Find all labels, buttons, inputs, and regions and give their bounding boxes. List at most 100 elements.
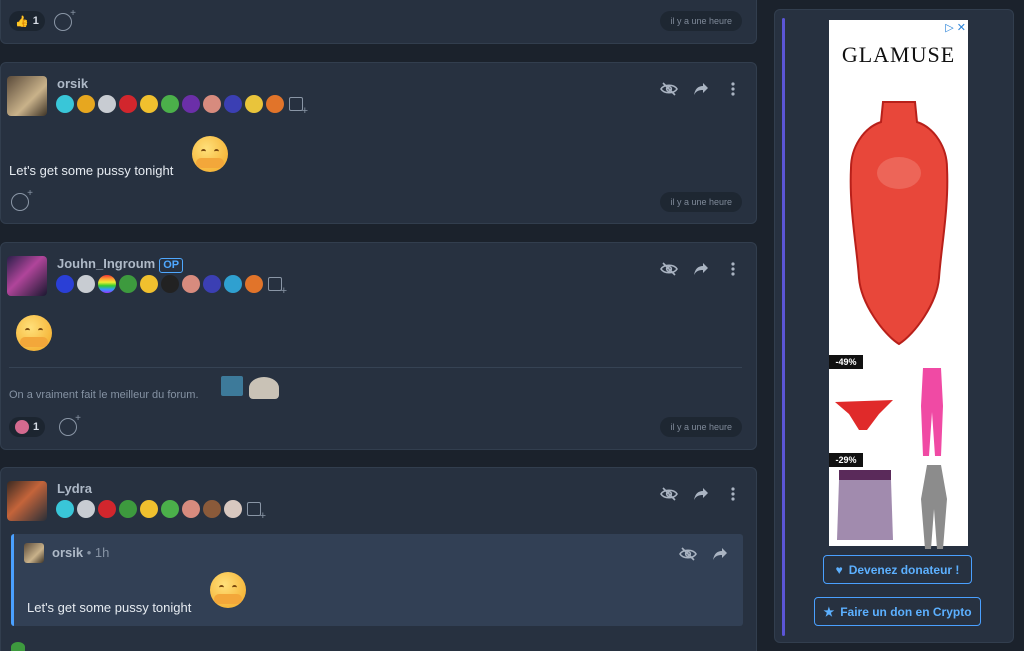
donate-button[interactable]: ♥ Devenez donateur ! bbox=[823, 555, 972, 584]
badge-icon[interactable] bbox=[266, 95, 284, 113]
advertisement[interactable]: ▷ ✕ GLAMUSE -49% -29% bbox=[829, 20, 968, 549]
add-badge-icon[interactable] bbox=[268, 277, 287, 297]
garter-image bbox=[837, 470, 893, 540]
badge-icon[interactable] bbox=[161, 95, 179, 113]
badge-icon[interactable] bbox=[140, 95, 158, 113]
username[interactable]: Lydra bbox=[57, 481, 92, 496]
username[interactable]: Jouhn_Ingroum OP bbox=[57, 256, 184, 273]
badge-icon[interactable] bbox=[98, 275, 116, 293]
badge-icon[interactable] bbox=[203, 500, 221, 518]
discount-badge: -49% bbox=[829, 355, 863, 369]
badge-icon[interactable] bbox=[161, 500, 179, 518]
more-options-icon[interactable] bbox=[724, 485, 742, 503]
badge-icon[interactable] bbox=[140, 275, 158, 293]
post-card: Jouhn_Ingroum OP + On a vraiment fait le… bbox=[0, 242, 757, 450]
badge-icon[interactable] bbox=[224, 95, 242, 113]
hugging-emoji-icon bbox=[192, 136, 228, 172]
badge-row bbox=[56, 275, 287, 297]
badge-icon[interactable] bbox=[56, 95, 74, 113]
badge-icon[interactable] bbox=[224, 500, 242, 518]
post-actions bbox=[660, 80, 742, 98]
avatar[interactable] bbox=[7, 256, 47, 296]
badge-icon[interactable] bbox=[119, 95, 137, 113]
avatar[interactable] bbox=[7, 76, 47, 116]
share-icon[interactable] bbox=[692, 260, 710, 278]
badge-icon[interactable] bbox=[140, 500, 158, 518]
star-icon: ★ bbox=[823, 604, 835, 619]
signature-divider bbox=[9, 367, 742, 368]
badge-icon[interactable] bbox=[203, 275, 221, 293]
discount-badge: -29% bbox=[829, 453, 863, 467]
jumpsuit-image bbox=[921, 368, 943, 456]
hide-icon[interactable] bbox=[660, 485, 678, 503]
post-time: il y a une heure bbox=[660, 192, 742, 212]
badge-icon[interactable] bbox=[56, 500, 74, 518]
badge-icon[interactable] bbox=[98, 95, 116, 113]
add-reaction-icon[interactable] bbox=[11, 188, 33, 211]
thumbs-up-icon: 👍 bbox=[15, 15, 29, 28]
badge-icon[interactable] bbox=[119, 500, 137, 518]
badge-icon[interactable] bbox=[245, 275, 263, 293]
badge-icon[interactable] bbox=[245, 95, 263, 113]
cat-sticker-icon bbox=[249, 377, 279, 399]
catsuit-image bbox=[921, 465, 947, 549]
quote-actions bbox=[679, 545, 729, 563]
heart-icon: ♥ bbox=[835, 562, 843, 577]
badge-row bbox=[56, 95, 308, 117]
bikini-image bbox=[835, 400, 893, 430]
post-text: Let's get some pussy tonight bbox=[9, 163, 174, 178]
reaction-count: 1 bbox=[33, 421, 40, 433]
hugging-emoji-icon bbox=[210, 572, 246, 608]
reaction-count: 1 bbox=[32, 15, 39, 27]
avatar[interactable] bbox=[7, 481, 47, 521]
badge-icon[interactable] bbox=[161, 275, 179, 293]
quote-username[interactable]: orsik bbox=[52, 545, 83, 560]
op-badge: OP bbox=[159, 258, 184, 273]
tree-emoji-icon bbox=[11, 642, 25, 651]
quote-avatar[interactable] bbox=[24, 543, 44, 563]
reaction-pill[interactable]: 1 bbox=[9, 417, 46, 437]
post-card: 👍 1 il y a une heure bbox=[0, 0, 757, 44]
badge-row bbox=[56, 500, 266, 522]
share-icon[interactable] bbox=[692, 485, 710, 503]
crypto-donate-button[interactable]: ★ Faire un don en Crypto bbox=[814, 597, 981, 626]
badge-icon[interactable] bbox=[224, 275, 242, 293]
signature-text: On a vraiment fait le meilleur du forum. bbox=[9, 389, 199, 401]
badge-icon[interactable] bbox=[98, 500, 116, 518]
share-icon[interactable] bbox=[692, 80, 710, 98]
hide-icon[interactable] bbox=[679, 545, 697, 563]
quote-time: • 1h bbox=[86, 545, 110, 560]
hide-icon[interactable] bbox=[660, 80, 678, 98]
share-icon[interactable] bbox=[711, 545, 729, 563]
signature-image-icon bbox=[221, 376, 243, 396]
add-reaction-icon[interactable] bbox=[54, 8, 76, 31]
username[interactable]: orsik bbox=[57, 76, 88, 91]
reaction-pill[interactable]: 👍 1 bbox=[9, 11, 45, 31]
post-card: Lydra orsik bbox=[0, 467, 757, 651]
post-feed: 👍 1 il y a une heure orsik bbox=[0, 0, 758, 651]
crypto-label: Faire un don en Crypto bbox=[840, 604, 972, 619]
reaction-emoji-icon bbox=[15, 420, 29, 434]
add-badge-icon[interactable] bbox=[289, 97, 308, 117]
badge-icon[interactable] bbox=[182, 95, 200, 113]
badge-icon[interactable] bbox=[56, 275, 74, 293]
badge-icon[interactable] bbox=[182, 275, 200, 293]
ad-brand-logo: GLAMUSE bbox=[841, 42, 956, 67]
bodysuit-image bbox=[849, 101, 949, 346]
more-options-icon[interactable] bbox=[724, 80, 742, 98]
badge-icon[interactable] bbox=[119, 275, 137, 293]
donate-label: Devenez donateur ! bbox=[848, 562, 960, 577]
badge-icon[interactable] bbox=[77, 95, 95, 113]
badge-icon[interactable] bbox=[77, 500, 95, 518]
badge-icon[interactable] bbox=[182, 500, 200, 518]
badge-icon[interactable] bbox=[77, 275, 95, 293]
ad-close-icon[interactable]: ▷ ✕ bbox=[945, 21, 966, 34]
post-actions bbox=[660, 260, 742, 278]
hide-icon[interactable] bbox=[660, 260, 678, 278]
quote-header: orsik • 1h bbox=[52, 545, 109, 560]
add-badge-icon[interactable] bbox=[247, 502, 266, 522]
post-time: il y a une heure bbox=[660, 11, 742, 31]
more-options-icon[interactable] bbox=[724, 260, 742, 278]
add-reaction-icon[interactable] bbox=[59, 413, 81, 436]
badge-icon[interactable] bbox=[203, 95, 221, 113]
